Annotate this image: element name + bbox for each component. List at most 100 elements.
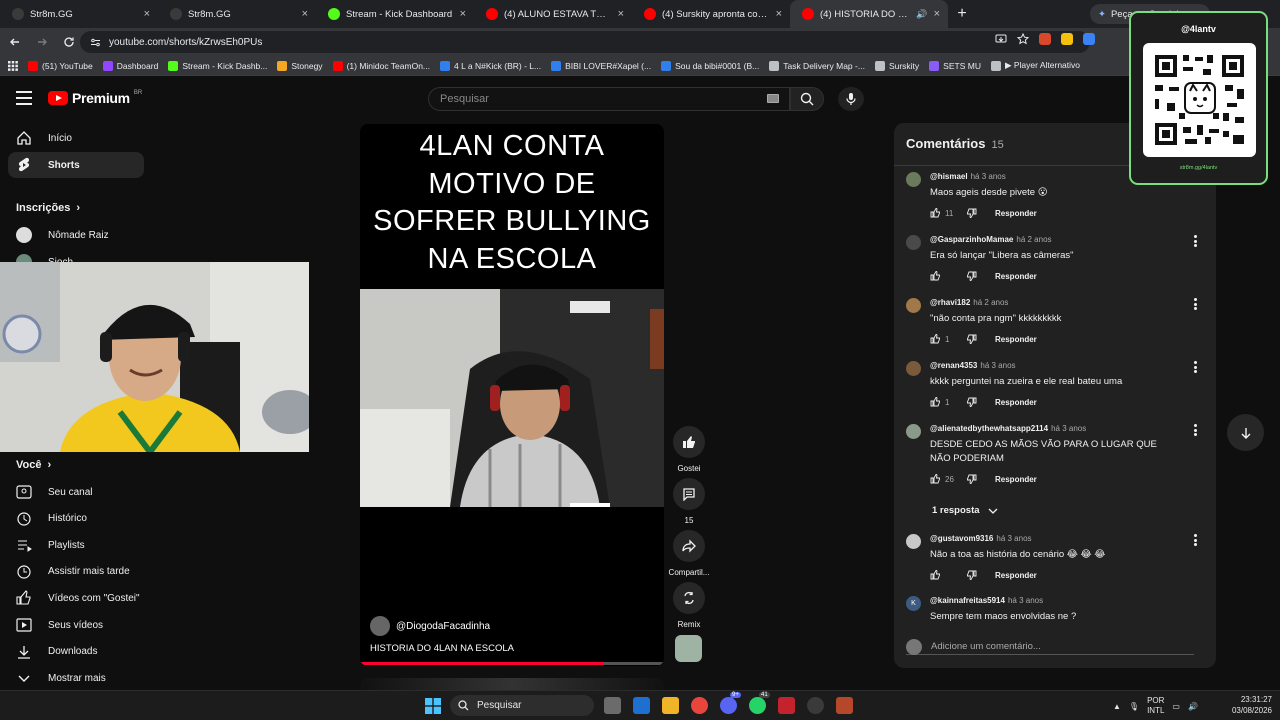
comment-author[interactable]: @renan4353 há 3 anos bbox=[930, 361, 1016, 370]
browser-tab[interactable]: (4) ALUNO ESTAVA TROLLANDO × bbox=[474, 0, 632, 28]
comment-dislike-icon[interactable] bbox=[967, 208, 977, 218]
tab-close-icon[interactable]: × bbox=[460, 8, 466, 20]
keyboard-icon[interactable] bbox=[767, 94, 779, 103]
tab-close-icon[interactable]: × bbox=[934, 8, 940, 20]
remix-button[interactable] bbox=[673, 582, 705, 614]
reply-button[interactable]: Responder bbox=[995, 571, 1037, 580]
comment-menu-icon[interactable] bbox=[1193, 424, 1197, 436]
comment-author[interactable]: @GasparzinhoMamae há 2 anos bbox=[930, 235, 1052, 244]
guide-item[interactable]: Mostrar mais bbox=[8, 665, 144, 691]
tray-overflow-icon[interactable]: ▲ bbox=[1113, 702, 1121, 711]
comment-avatar[interactable] bbox=[906, 172, 921, 187]
guide-item[interactable]: Vídeos com "Gostei" bbox=[8, 585, 144, 611]
bookmark-item[interactable]: ▶ Player Alternativo bbox=[990, 60, 1080, 71]
obs-icon[interactable] bbox=[807, 697, 824, 714]
new-tab-button[interactable]: + bbox=[948, 0, 976, 28]
bookmark-item[interactable]: Stonegy bbox=[277, 60, 323, 71]
address-bar[interactable]: youtube.com/shorts/kZrwsEh0PUs bbox=[80, 31, 1090, 53]
comment-avatar[interactable] bbox=[906, 534, 921, 549]
comment-avatar[interactable] bbox=[906, 235, 921, 250]
tab-close-icon[interactable]: × bbox=[302, 8, 308, 20]
windows-start-icon[interactable] bbox=[425, 698, 441, 714]
comment-dislike-icon[interactable] bbox=[967, 397, 977, 407]
comments-action[interactable]: 15 bbox=[668, 478, 710, 525]
youtube-logo[interactable]: Premium BR bbox=[48, 90, 142, 106]
bookmark-item[interactable]: (51) YouTube bbox=[28, 60, 93, 71]
comment-menu-icon[interactable] bbox=[1193, 534, 1197, 546]
comment-dislike-icon[interactable] bbox=[967, 474, 977, 484]
comment-author[interactable]: @hismael há 3 anos bbox=[930, 172, 1006, 181]
short-channel[interactable]: @DiogodaFacadinha bbox=[370, 616, 490, 636]
comment-avatar[interactable] bbox=[906, 361, 921, 376]
guide-item[interactable]: Início bbox=[8, 125, 144, 151]
replies-toggle[interactable]: 1 resposta bbox=[932, 505, 998, 516]
channel-avatar[interactable] bbox=[370, 616, 390, 636]
short-progress-bar[interactable] bbox=[360, 662, 664, 665]
network-icon[interactable]: ▭ bbox=[1172, 702, 1180, 711]
sound-thumbnail[interactable] bbox=[675, 635, 702, 662]
comment-avatar[interactable] bbox=[906, 298, 921, 313]
comment-menu-icon[interactable] bbox=[1193, 361, 1197, 373]
extension-icon[interactable] bbox=[1061, 33, 1073, 45]
bookmark-item[interactable]: (1) Minidoc TeamOn... bbox=[332, 60, 430, 71]
next-short-preview[interactable] bbox=[360, 678, 664, 690]
reply-button[interactable]: Responder bbox=[995, 272, 1037, 281]
subscription-item[interactable]: Nômade Raiz bbox=[8, 222, 144, 248]
remix-action[interactable]: Remix bbox=[668, 582, 710, 629]
comment-author[interactable]: @gustavom9316 há 3 anos bbox=[930, 534, 1032, 543]
browser-tab[interactable]: Stream - Kick Dashboard × bbox=[316, 0, 474, 28]
tab-close-icon[interactable]: × bbox=[144, 8, 150, 20]
comments-button[interactable] bbox=[673, 478, 705, 510]
like-action[interactable]: Gostei bbox=[668, 426, 710, 473]
comment-dislike-icon[interactable] bbox=[967, 271, 977, 281]
outlook-icon[interactable] bbox=[633, 697, 650, 714]
guide-item[interactable]: Downloads bbox=[8, 639, 144, 665]
whatsapp-icon[interactable] bbox=[749, 697, 766, 714]
reply-button[interactable]: Responder bbox=[995, 209, 1037, 218]
browser-tab[interactable]: Str8m.GG × bbox=[0, 0, 158, 28]
taskbar-clock[interactable]: 23:31:27 03/08/2026 bbox=[1224, 694, 1272, 716]
install-app-icon[interactable] bbox=[995, 33, 1007, 45]
menu-icon[interactable] bbox=[16, 91, 32, 105]
comment-avatar[interactable] bbox=[906, 424, 921, 439]
extension-icon[interactable] bbox=[1039, 33, 1051, 45]
mic-tray-icon[interactable]: 🎙 bbox=[1129, 702, 1139, 711]
bookmark-item[interactable]: SETS MU bbox=[929, 60, 981, 71]
like-button[interactable] bbox=[673, 426, 705, 458]
guide-item[interactable]: Histórico bbox=[8, 506, 144, 532]
capcut-icon[interactable] bbox=[778, 697, 795, 714]
back-button[interactable] bbox=[3, 30, 27, 54]
scroll-down-button[interactable] bbox=[1227, 414, 1264, 451]
bookmark-star-icon[interactable] bbox=[1017, 33, 1029, 45]
share-button[interactable] bbox=[673, 530, 705, 562]
subscriptions-section-title[interactable]: Inscrições › bbox=[16, 202, 80, 214]
comment-like-icon[interactable] bbox=[930, 334, 940, 344]
guide-item[interactable]: Seus vídeos bbox=[8, 612, 144, 638]
file-explorer-icon[interactable] bbox=[662, 697, 679, 714]
comment-avatar[interactable]: K bbox=[906, 596, 921, 611]
comment-dislike-icon[interactable] bbox=[967, 334, 977, 344]
search-button[interactable] bbox=[790, 87, 824, 111]
search-input[interactable]: Pesquisar bbox=[428, 87, 790, 111]
comment-author[interactable]: @alienatedbythewhatsapp2114 há 3 anos bbox=[930, 424, 1086, 433]
bookmark-item[interactable]: Task Delivery Map -... bbox=[769, 60, 865, 71]
forward-button[interactable] bbox=[30, 30, 54, 54]
bookmark-item[interactable]: BIBI LOVER#Xapel (... bbox=[551, 60, 651, 71]
guide-item[interactable]: Seu canal bbox=[8, 479, 144, 505]
volume-icon[interactable]: 🔊 bbox=[1188, 702, 1198, 711]
comment-dislike-icon[interactable] bbox=[967, 570, 977, 580]
comment-like-icon[interactable] bbox=[930, 271, 940, 281]
comment-author[interactable]: @kainnafreitas5914 há 3 anos bbox=[930, 596, 1043, 605]
comment-menu-icon[interactable] bbox=[1193, 235, 1197, 247]
you-section-title[interactable]: Você › bbox=[16, 459, 51, 471]
taskbar-search[interactable]: Pesquisar bbox=[450, 695, 594, 716]
app-icon[interactable] bbox=[836, 697, 853, 714]
comment-like-icon[interactable] bbox=[930, 208, 940, 218]
tab-audio-icon[interactable]: 🔊 bbox=[916, 9, 927, 20]
language-indicator[interactable]: POR INTL bbox=[1147, 696, 1164, 716]
reply-button[interactable]: Responder bbox=[995, 475, 1037, 484]
comment-like-icon[interactable] bbox=[930, 570, 940, 580]
comment-like-icon[interactable] bbox=[930, 474, 940, 484]
comment-menu-icon[interactable] bbox=[1193, 298, 1197, 310]
comment-author[interactable]: @rhavi182 há 2 anos bbox=[930, 298, 1008, 307]
